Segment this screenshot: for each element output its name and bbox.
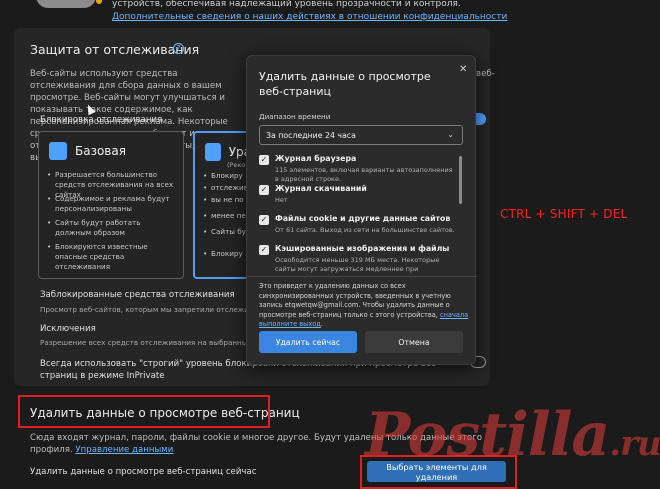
data-type-list: ✓ Журнал браузера 115 элементов, включая…: [259, 154, 455, 276]
highlight-box: [18, 395, 270, 428]
blocked-trackers-sub: Просмотр веб-сайтов, которым мы запретил…: [40, 305, 272, 314]
dialog-title: Удалить данные о просмотре веб-страниц: [259, 70, 431, 98]
time-range-label: Диапазон времени: [259, 112, 331, 121]
privacy-info-link[interactable]: Дополнительные сведения о наших действия…: [112, 11, 512, 24]
delete-now-button[interactable]: Удалить сейчас: [259, 331, 357, 353]
badge-dot-icon: [96, 0, 102, 4]
close-icon[interactable]: ✕: [459, 64, 467, 75]
checkbox-checked-icon[interactable]: ✓: [259, 185, 269, 195]
time-range-select[interactable]: За последние 24 часа ⌄: [259, 125, 463, 145]
clear-data-dialog: Удалить данные о просмотре веб-страниц ✕…: [246, 55, 477, 365]
dialog-divider: [247, 276, 477, 277]
chevron-down-icon: ⌄: [447, 130, 454, 139]
tracking-option-balanced[interactable]: Ура (Реком Блокиру отслежив вы не по мен…: [193, 131, 253, 279]
delete-now-label: Удалить данные о просмотре веб-страниц с…: [30, 467, 257, 477]
checkbox-checked-icon[interactable]: ✓: [259, 215, 269, 225]
watermark: Postilla.ru: [365, 400, 660, 470]
tracking-option-basic[interactable]: Базовая Разрешается большинство средств …: [38, 131, 184, 279]
privacy-illustration-icon: [36, 0, 96, 8]
checkbox-checked-icon[interactable]: ✓: [259, 245, 269, 255]
privacy-intro: устройств, обеспечивая надлежащий уровен…: [112, 0, 512, 24]
option-basic-title: Базовая: [75, 144, 126, 158]
shield-basic-icon: [49, 142, 67, 160]
shield-balanced-icon: [205, 143, 221, 161]
list-scrollbar[interactable]: [459, 156, 462, 204]
basic-bullet: Сайты будут работать должным образом: [47, 218, 177, 238]
tracking-desc-tail: веб-: [476, 69, 495, 79]
checkbox-checked-icon[interactable]: ✓: [259, 155, 269, 165]
basic-bullet: Блокируются известные опасные средства о…: [47, 242, 177, 272]
exceptions-sub: Разрешение всех средств отслеживания на …: [40, 338, 280, 347]
manage-data-link[interactable]: Управление данными: [75, 445, 173, 455]
sync-note: Это приведет к удалению данных со всех с…: [259, 282, 469, 328]
help-icon[interactable]: ?: [173, 43, 184, 54]
blocked-trackers-title[interactable]: Заблокированные средства отслеживания: [40, 290, 235, 300]
exceptions-title[interactable]: Исключения: [40, 324, 96, 334]
basic-bullet: Содержимое и реклама будут персонализиро…: [47, 194, 177, 214]
shortcut-annotation: CTRL + SHIFT + DEL: [500, 207, 628, 221]
tracking-block-label: Блокировка отслеживания: [40, 115, 163, 125]
cancel-button[interactable]: Отмена: [365, 331, 463, 353]
